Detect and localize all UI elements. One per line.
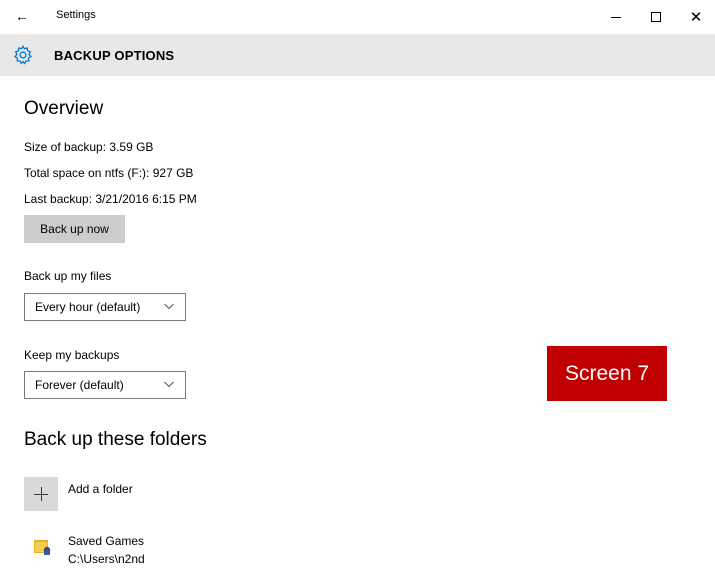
keep-backups-value: Forever (default) — [35, 378, 124, 392]
backup-frequency-dropdown[interactable]: Every hour (default) — [24, 293, 186, 321]
page-title: BACKUP OPTIONS — [54, 48, 175, 63]
backup-frequency-value: Every hour (default) — [35, 300, 141, 314]
add-folder-label[interactable]: Add a folder — [68, 482, 133, 496]
gear-icon — [13, 45, 33, 65]
page-header: BACKUP OPTIONS — [0, 35, 715, 76]
size-of-backup-text: Size of backup: 3.59 GB — [24, 140, 154, 154]
back-up-now-button[interactable]: Back up now — [24, 215, 125, 243]
window-title: Settings — [56, 9, 96, 21]
folder-name: Saved Games — [68, 534, 145, 548]
minimize-icon — [611, 16, 621, 18]
title-bar: ← Settings ✕ — [0, 0, 715, 35]
overview-heading: Overview — [24, 98, 104, 119]
last-backup-text: Last backup: 3/21/2016 6:15 PM — [24, 192, 197, 206]
folder-icon — [34, 540, 51, 555]
chevron-down-icon — [164, 303, 174, 310]
add-folder-button[interactable] — [24, 477, 58, 511]
main-content: Overview Size of backup: 3.59 GB Total s… — [0, 76, 715, 575]
maximize-icon — [651, 12, 661, 22]
back-arrow-icon[interactable]: ← — [12, 6, 32, 26]
maximize-button[interactable] — [636, 4, 676, 30]
total-space-text: Total space on ntfs (F:): 927 GB — [24, 166, 194, 180]
chevron-down-icon — [164, 381, 174, 388]
keep-my-backups-label: Keep my backups — [24, 348, 120, 362]
back-up-folders-heading: Back up these folders — [24, 429, 207, 450]
screen-number-badge: Screen 7 — [547, 346, 667, 401]
back-up-my-files-label: Back up my files — [24, 269, 112, 283]
minimize-button[interactable] — [596, 4, 636, 30]
close-icon: ✕ — [689, 8, 703, 26]
close-button[interactable]: ✕ — [676, 4, 715, 30]
folder-path: C:\Users\n2nd — [68, 552, 145, 566]
keep-backups-dropdown[interactable]: Forever (default) — [24, 371, 186, 399]
